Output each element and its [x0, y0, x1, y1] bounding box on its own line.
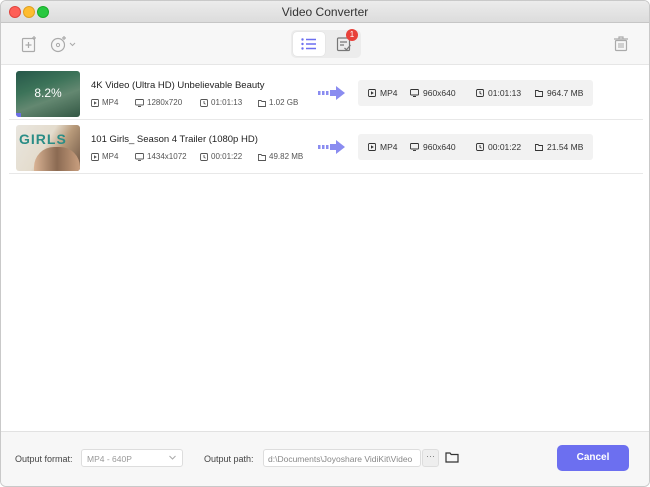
source-size: 49.82 MB: [258, 152, 303, 161]
thumbnail-title-text: GIRLS: [19, 131, 67, 147]
monitor-icon: [410, 143, 419, 151]
source-resolution-text: 1280x720: [147, 98, 183, 107]
video-thumbnail: 8.2%: [16, 71, 80, 117]
browse-more-button[interactable]: ···: [422, 449, 439, 467]
output-format-value: MP4 - 640P: [87, 454, 132, 464]
source-format-text: MP4: [102, 98, 119, 107]
app-window: Video Converter 1 8.2% 4K Video (Ultra H…: [0, 0, 650, 487]
add-disc-icon[interactable]: [49, 34, 77, 54]
output-size: 21.54 MB: [535, 142, 583, 152]
play-icon: [91, 98, 99, 107]
output-duration-text: 00:01:22: [488, 142, 522, 152]
output-settings[interactable]: MP4 960x640 01:01:13 964.7 MB: [358, 80, 593, 106]
thumbnail-image: [34, 147, 80, 171]
play-icon: [91, 152, 99, 161]
clock-icon: [476, 89, 484, 97]
source-format-text: MP4: [102, 152, 119, 161]
output-settings[interactable]: MP4 960x640 00:01:22 21.54 MB: [358, 134, 593, 160]
video-title: 101 Girls_ Season 4 Trailer (1080p HD): [91, 134, 258, 145]
convert-arrow-icon: [318, 85, 346, 101]
conversion-list: 8.2% 4K Video (Ultra HD) Unbelievable Be…: [9, 66, 643, 174]
monitor-icon: [135, 152, 144, 161]
output-resolution-text: 960x640: [423, 142, 456, 152]
output-duration-text: 01:01:13: [488, 88, 522, 98]
output-path-field[interactable]: d:\Documents\Joyoshare VidiKit\Video: [263, 449, 421, 467]
video-title: 4K Video (Ultra HD) Unbelievable Beauty: [91, 80, 265, 91]
output-resolution-text: 960x640: [423, 88, 456, 98]
title-bar: Video Converter: [1, 1, 649, 23]
list-item[interactable]: 8.2% 4K Video (Ultra HD) Unbelievable Be…: [9, 66, 643, 120]
file-icon: [535, 89, 543, 97]
output-duration: 01:01:13: [476, 88, 521, 98]
output-format-label: Output format:: [15, 454, 73, 464]
tab-conversion-list[interactable]: [293, 32, 325, 56]
cancel-button[interactable]: Cancel: [557, 445, 629, 471]
add-file-icon[interactable]: [19, 34, 39, 54]
output-size: 964.7 MB: [535, 88, 583, 98]
output-format-text: MP4: [380, 88, 398, 98]
task-count-badge: 1: [346, 29, 358, 41]
window-title: Video Converter: [281, 5, 369, 19]
toolbar: 1: [1, 23, 649, 65]
source-format: MP4: [91, 152, 118, 161]
folder-icon[interactable]: [445, 450, 461, 466]
list-icon: [301, 38, 316, 50]
output-format-select[interactable]: MP4 - 640P: [81, 449, 183, 467]
source-size-text: 49.82 MB: [269, 152, 304, 161]
play-icon: [368, 143, 376, 151]
clock-icon: [200, 152, 208, 161]
output-path-label: Output path:: [204, 454, 254, 464]
view-tab-group: 1: [291, 29, 361, 58]
progress-bar: [16, 113, 22, 117]
progress-percent: 8.2%: [34, 86, 62, 100]
output-size-text: 21.54 MB: [547, 142, 584, 152]
file-icon: [258, 99, 266, 107]
monitor-icon: [135, 98, 144, 107]
clock-icon: [476, 143, 484, 151]
file-icon: [258, 153, 266, 161]
source-size: 1.02 GB: [258, 98, 298, 107]
file-icon: [535, 143, 543, 151]
chevron-down-icon: [168, 453, 177, 464]
video-thumbnail: GIRLS: [16, 125, 80, 171]
output-format: MP4: [368, 88, 397, 98]
list-item[interactable]: GIRLS 101 Girls_ Season 4 Trailer (1080p…: [9, 120, 643, 174]
source-duration: 01:01:13: [200, 98, 242, 107]
output-format-text: MP4: [380, 142, 398, 152]
source-duration: 00:01:22: [200, 152, 242, 161]
source-format: MP4: [91, 98, 118, 107]
convert-arrow-icon: [318, 139, 346, 155]
play-icon: [368, 89, 376, 97]
output-resolution: 960x640: [410, 88, 456, 98]
footer-bar: Output format: MP4 - 640P Output path: d…: [1, 431, 649, 486]
trash-icon[interactable]: [611, 34, 631, 54]
source-resolution-text: 1434x1072: [147, 152, 187, 161]
monitor-icon: [410, 89, 419, 97]
source-resolution: 1434x1072: [135, 152, 187, 161]
output-duration: 00:01:22: [476, 142, 521, 152]
clock-icon: [200, 98, 208, 107]
source-duration-text: 01:01:13: [211, 98, 243, 107]
source-resolution: 1280x720: [135, 98, 182, 107]
output-size-text: 964.7 MB: [547, 88, 584, 98]
source-duration-text: 00:01:22: [211, 152, 243, 161]
output-resolution: 960x640: [410, 142, 456, 152]
source-size-text: 1.02 GB: [269, 98, 299, 107]
tab-task-list[interactable]: 1: [329, 29, 359, 56]
output-format: MP4: [368, 142, 397, 152]
